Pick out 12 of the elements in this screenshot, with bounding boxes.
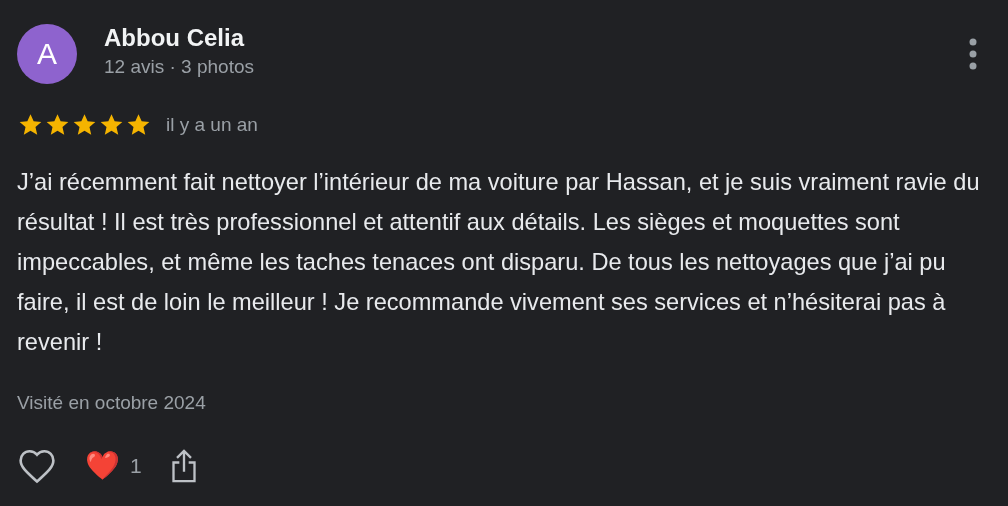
more-icon	[969, 38, 977, 70]
review-date: il y a un an	[166, 114, 258, 136]
reaction-button[interactable]: ❤ 1	[85, 452, 142, 480]
heart-icon	[17, 448, 57, 484]
reviewer-name[interactable]: Abbou Celia	[104, 24, 938, 52]
share-button[interactable]	[169, 448, 198, 484]
avatar[interactable]: A	[17, 24, 77, 84]
like-button[interactable]	[17, 448, 57, 484]
share-icon	[169, 448, 198, 484]
review-text: J’ai récemment fait nettoyer l’intérieur de ma voiture par Hassan, et je suis vraiment ravie du résultat ! Il est très professionnel et attentif aux détails. Les sièges et moquettes sont impeccables, et même les taches tenaces ont disparu. De tous les nettoyages que j’ai pu faire, il est de loin le meilleur ! Je recommande vivement ses services et n’hésiterai pas à revenir !	[17, 168, 981, 357]
visit-date: Visité en octobre 2024	[17, 392, 207, 414]
reviewer-stats: 12 avis · 3 photos	[104, 56, 255, 78]
